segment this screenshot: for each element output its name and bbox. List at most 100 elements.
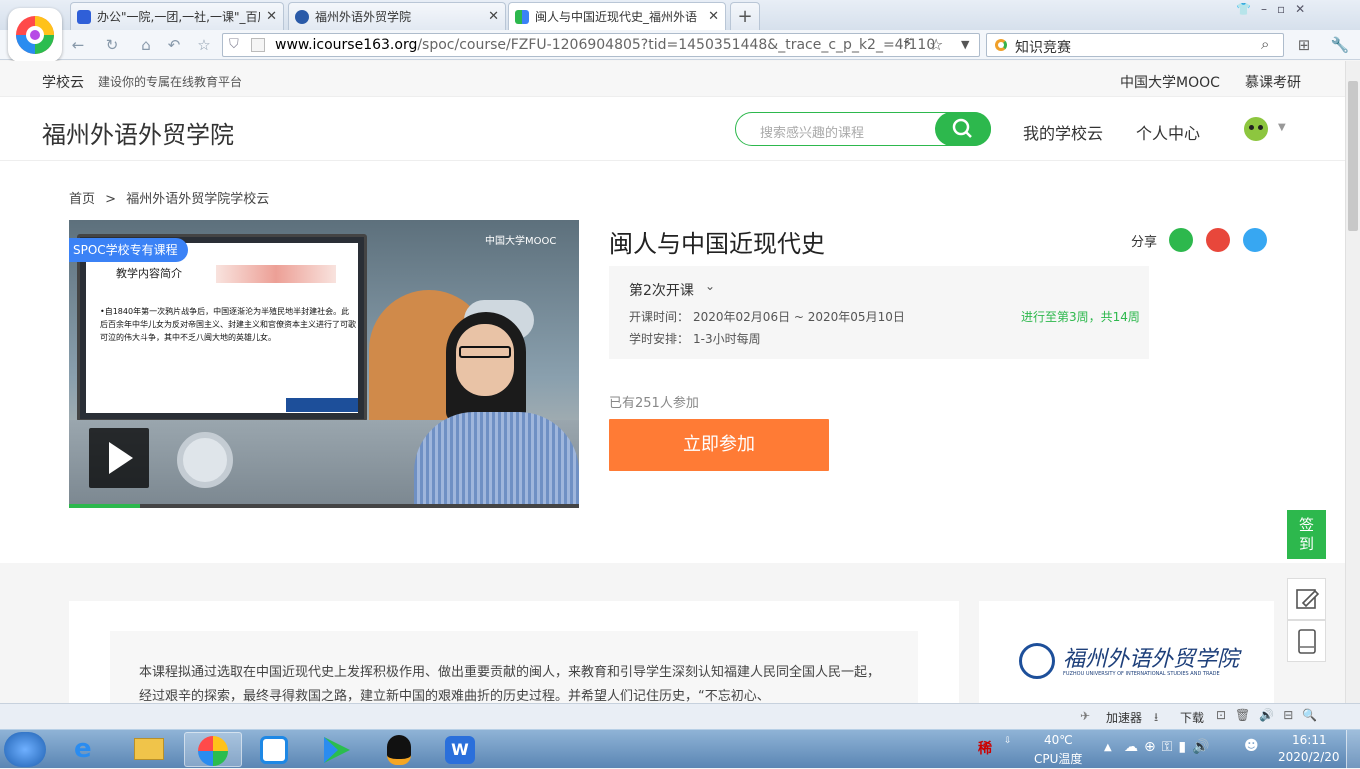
status-tools-icons[interactable]: ⊡🗑🔊⊟🔍 [1216, 708, 1326, 722]
page-scrollbar[interactable] [1345, 61, 1360, 703]
qq-share-icon[interactable] [1243, 228, 1267, 252]
qq-tray-icon[interactable]: ☻ [1244, 738, 1259, 754]
qq-taskbar-button[interactable] [370, 732, 428, 767]
search-icon[interactable]: ⌕ [1261, 35, 1269, 53]
share-label: 分享 [1131, 235, 1158, 250]
tab-title: 闽人与中国近现代史_福州外语 [535, 10, 698, 24]
home-icon[interactable]: ⌂ [136, 36, 156, 54]
join-button[interactable]: 立即参加 [609, 419, 829, 471]
clock-date[interactable]: 2020/2/20 [1278, 750, 1340, 764]
kaoyan-link[interactable]: 慕课考研 [1245, 72, 1301, 92]
browser-search-input[interactable]: 知识竞赛 [1015, 37, 1071, 57]
personal-center-link[interactable]: 个人中心 [1136, 120, 1200, 144]
navigation-bar: ← ↻ ⌂ ↶ ☆ ⛉ www.icourse163.org/spoc/cour… [0, 30, 1360, 60]
tab-baidu[interactable]: 办公"一院,一团,一社,一课"_百度 ✕ [70, 2, 284, 30]
search-button[interactable] [935, 112, 991, 146]
windows-taskbar: e W 稀 ⇩ 40℃ CPU温度 ▲ ☁⊕⚿▮🔊 ☻ 16:11 2020/2… [0, 729, 1360, 769]
dropdown-icon[interactable]: ▼ [961, 38, 969, 51]
breadcrumb-home[interactable]: 首页 [69, 192, 95, 207]
weibo-share-icon[interactable] [1206, 228, 1230, 252]
extensions-icon[interactable]: ⊞ [1294, 36, 1314, 54]
scroll-thumb[interactable] [1348, 81, 1358, 231]
ime-indicator[interactable]: 稀 [978, 738, 992, 758]
video-player[interactable]: 教学内容简介 •自1840年第一次鸦片战争后，中国逐渐沦为半殖民地半封建社会。此… [69, 220, 579, 508]
mobile-app-button[interactable] [1287, 620, 1326, 662]
tab-course[interactable]: 闽人与中国近现代史_福州外语 ✕ [508, 2, 726, 30]
close-icon[interactable]: ✕ [266, 9, 277, 24]
mooc-book-icon [515, 9, 529, 24]
browser-taskbar-button[interactable] [184, 732, 242, 767]
show-desktop-button[interactable] [1346, 730, 1360, 769]
school-card[interactable]: 福州外语外贸学院 FUZHOU UNIVERSITY OF INTERNATIO… [979, 601, 1274, 703]
window-controls[interactable]: 👕–▫✕ [1236, 2, 1315, 16]
cpu-temp: 40℃ [1044, 733, 1073, 747]
wechat-share-icon[interactable] [1169, 228, 1193, 252]
tray-icons[interactable]: ☁⊕⚿▮🔊 [1124, 739, 1216, 755]
accelerator-label[interactable]: 加速器 [1106, 709, 1142, 726]
back-icon[interactable]: ← [68, 36, 88, 54]
browser-logo-icon[interactable] [8, 8, 62, 62]
accelerator-icon[interactable]: ✈ [1080, 709, 1090, 723]
play-button[interactable] [89, 428, 149, 488]
lightning-icon[interactable]: ⚡ [903, 36, 913, 52]
chevron-down-icon[interactable]: ⌄ [705, 279, 715, 293]
star-icon[interactable]: ☆ [929, 35, 943, 54]
spoc-badge: SPOC学校专有课程 [69, 238, 188, 262]
slide-text: •自1840年第一次鸦片战争后，中国逐渐沦为半殖民地半封建社会。此后百余年中华儿… [100, 307, 356, 342]
address-bar[interactable]: ⛉ www.icourse163.org/spoc/course/FZFU-12… [222, 33, 980, 57]
qq-icon [387, 735, 411, 765]
tablet-icon [1298, 629, 1316, 654]
mooc-link[interactable]: 中国大学MOOC [1120, 72, 1220, 92]
chevron-down-icon[interactable]: ▼ [1278, 122, 1286, 133]
hours-value: 1-3小时每周 [693, 332, 761, 346]
close-icon[interactable]: ✕ [708, 9, 719, 24]
mooc-watermark: 中国大学MOOC [485, 236, 557, 247]
baidu-paw-icon [77, 9, 91, 24]
undo-icon[interactable]: ↶ [164, 36, 184, 54]
close-icon[interactable]: ✕ [488, 9, 499, 24]
tab-strip: 办公"一院,一团,一社,一课"_百度 ✕ 福州外语外贸学院 ✕ 闽人与中国近现代… [0, 0, 1360, 30]
tray-expand-icon[interactable]: ▲ [1104, 742, 1112, 753]
cloud-taskbar-button[interactable] [246, 732, 304, 767]
folder-icon [134, 738, 164, 760]
browser-search[interactable]: 知识竞赛 ⌕ [986, 33, 1284, 57]
my-school-link[interactable]: 我的学校云 [1023, 120, 1103, 144]
sign-in-button[interactable]: 签到 [1287, 510, 1326, 559]
download-label[interactable]: 下载 [1180, 709, 1204, 726]
progress-bar[interactable] [69, 504, 579, 508]
video-taskbar-button[interactable] [308, 732, 366, 767]
tab-school[interactable]: 福州外语外贸学院 ✕ [288, 2, 506, 30]
tools-icon[interactable]: 🔧 [1326, 36, 1354, 54]
explorer-taskbar-button[interactable] [120, 732, 178, 767]
session-info: 第2次开课 ⌄ 开课时间： 2020年02月06日 ~ 2020年05月10日 … [609, 266, 1149, 359]
edit-icon [1296, 589, 1320, 609]
cloud-icon [260, 736, 288, 764]
ime-menu-icon[interactable]: ⇩ [1004, 736, 1012, 746]
feedback-button[interactable] [1287, 578, 1326, 620]
new-tab-button[interactable]: + [730, 2, 760, 30]
shield-icon: ⛉ [229, 37, 239, 52]
ie-taskbar-button[interactable]: e [60, 732, 118, 767]
session-select[interactable]: 第2次开课 [629, 280, 694, 300]
school-emblem-icon [295, 9, 309, 24]
edu-taskbar-button[interactable]: W [432, 732, 490, 767]
progress-text: 进行至第3周，共14周 [1021, 310, 1140, 324]
breadcrumb-current[interactable]: 福州外语外贸学院学校云 [126, 192, 269, 207]
hours-label: 学时安排： [629, 332, 690, 346]
clock-time[interactable]: 16:11 [1292, 733, 1327, 747]
course-search[interactable]: 搜索感兴趣的课程 [735, 112, 991, 146]
favorite-icon[interactable]: ☆ [194, 36, 214, 54]
school-emblem-icon [1019, 643, 1055, 679]
start-button[interactable] [4, 732, 46, 767]
brand-link[interactable]: 学校云 [42, 72, 84, 92]
course-search-input[interactable]: 搜索感兴趣的课程 [760, 122, 864, 141]
play-icon [324, 737, 350, 763]
school-logo-text: 福州外语外贸学院 [1063, 647, 1240, 672]
edu-icon: W [445, 736, 475, 764]
course-detail-section: 本课程拟通过选取在中国近现代史上发挥积极作用、做出重要贡献的闽人，来教育和引导学… [0, 563, 1345, 703]
school-name[interactable]: 福州外语外贸学院 [42, 115, 234, 150]
tab-title: 办公"一院,一团,一社,一课"_百度 [97, 10, 261, 24]
forward-icon[interactable]: ↻ [102, 36, 122, 54]
avatar[interactable] [1244, 117, 1268, 141]
download-icon[interactable]: ⭳ [1154, 708, 1158, 729]
